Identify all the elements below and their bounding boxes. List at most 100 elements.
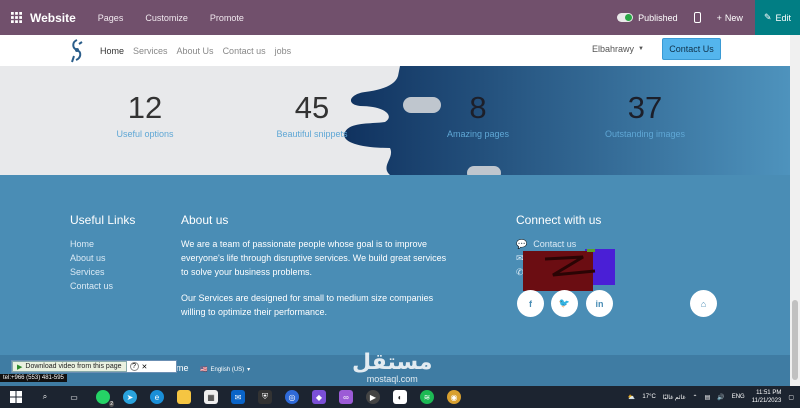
phone-number-label: tel:+966 (553) 481-595 — [0, 374, 67, 382]
chrome-profile-icon[interactable]: ◉ — [447, 390, 461, 404]
notifications-icon[interactable]: ▢ — [788, 394, 794, 401]
nav-home[interactable]: Home — [100, 46, 124, 56]
flag-us-icon: 🇺🇸 — [200, 367, 208, 373]
visual-studio-icon[interactable]: ∞ — [339, 390, 353, 404]
site-logo[interactable] — [68, 38, 86, 64]
stat-amazing-pages: 8 Amazing pages — [418, 92, 538, 139]
footer-link-contact-us[interactable]: Contact us — [70, 279, 113, 293]
menu-pages[interactable]: Pages — [98, 13, 124, 23]
weather-icon: ⛅ — [627, 394, 636, 401]
caret-down-icon: ▼ — [638, 46, 644, 52]
download-video-label: Download video from this page — [25, 363, 122, 370]
weather-temp[interactable]: 17°C — [642, 394, 655, 400]
file-explorer-icon[interactable] — [177, 390, 191, 404]
plus-icon: + — [716, 12, 722, 23]
mail-icon[interactable]: ✉ — [231, 390, 245, 404]
edit-label: Edit — [775, 12, 791, 23]
site-footer: Useful Links Home About us Services Cont… — [0, 175, 790, 355]
weather-text: غائم غالبًا — [662, 394, 686, 401]
home-icon[interactable]: ⌂ — [690, 290, 717, 317]
security-icon[interactable]: ⛨ — [258, 390, 272, 404]
windows-start-icon[interactable] — [9, 390, 23, 404]
odoo-editor-bar: Website Pages Customize Promote Publishe… — [0, 0, 800, 35]
contact-us-button[interactable]: Contact Us — [662, 38, 721, 60]
nav-services[interactable]: Services — [133, 46, 168, 56]
footer-link-about-us[interactable]: About us — [70, 251, 113, 265]
user-name: Elbahrawy — [592, 44, 635, 54]
stat-number: 45 — [294, 90, 330, 125]
connect-title: Connect with us — [516, 213, 602, 227]
stat-beautiful-snippets: 45 Beautiful snippets — [252, 92, 372, 139]
menu-customize[interactable]: Customize — [145, 13, 188, 23]
apps-grid-icon[interactable] — [2, 0, 30, 35]
download-video-bar: ▶ Download video from this page ? ✕ — [11, 360, 177, 373]
editor-bar-actions: Published + New ✎ Edit — [617, 0, 800, 35]
stats-section: 12 Useful options 45 Beautiful snippets … — [0, 66, 790, 175]
about-us-title: About us — [181, 213, 229, 227]
redaction-scribble — [523, 249, 615, 291]
pencil-icon: ✎ — [763, 12, 772, 22]
published-toggle[interactable] — [617, 13, 634, 22]
about-paragraph-1: We are a team of passionate people whose… — [181, 239, 447, 277]
search-icon[interactable]: ⌕ — [38, 390, 52, 404]
spotify-icon[interactable]: ≋ — [420, 390, 434, 404]
system-tray: ⛅ 17°C غائم غالبًا ⌃ ▤ 🔊 ENG 11:51 PM 11… — [628, 386, 794, 408]
published-label[interactable]: Published — [638, 13, 678, 23]
edge-icon[interactable]: e — [150, 390, 164, 404]
close-icon[interactable]: ✕ — [142, 363, 148, 371]
nav-jobs[interactable]: jobs — [275, 46, 292, 56]
stat-outstanding-images: 37 Outstanding images — [585, 92, 705, 139]
stat-number: 8 — [469, 90, 487, 125]
nav-contact-us[interactable]: Contact us — [223, 46, 266, 56]
footer-link-services[interactable]: Services — [70, 265, 113, 279]
firefox-icon[interactable]: ◐ — [393, 390, 407, 404]
media-player-icon[interactable]: ▶ — [366, 390, 380, 404]
about-us-text: We are a team of passionate people whose… — [181, 237, 451, 331]
linkedin-icon[interactable]: in — [586, 290, 613, 317]
menu-promote[interactable]: Promote — [210, 13, 244, 23]
mostaql-watermark: مستقل mostaql.com — [352, 350, 433, 385]
task-view-icon[interactable]: ▭ — [67, 390, 81, 404]
stat-useful-options: 12 Useful options — [85, 92, 205, 139]
user-menu[interactable]: Elbahrawy ▼ — [592, 44, 644, 54]
clock[interactable]: 11:51 PM 11/21/2023 — [752, 389, 782, 405]
new-button[interactable]: + New — [717, 13, 743, 23]
about-paragraph-2: Our Services are designed for small to m… — [181, 293, 434, 317]
caret-down-icon: ▾ — [247, 367, 251, 373]
download-video-button[interactable]: ▶ Download video from this page — [12, 361, 127, 372]
chevron-up-icon[interactable]: ⌃ — [693, 394, 698, 401]
app-icon[interactable]: ◆ — [312, 390, 326, 404]
new-label: New — [724, 12, 743, 23]
app-brand[interactable]: Website — [30, 11, 76, 25]
play-icon: ▶ — [17, 363, 23, 371]
chrome-icon[interactable]: ◎ — [285, 390, 299, 404]
watermark-arabic: مستقل — [352, 350, 433, 375]
footer-link-home[interactable]: Home — [70, 237, 113, 251]
telegram-icon[interactable]: ➤ — [123, 390, 137, 404]
stat-label: Beautiful snippets — [276, 129, 348, 139]
website-header: Home Services About Us Contact us jobs E… — [0, 35, 790, 66]
stat-label: Useful options — [116, 129, 174, 139]
mobile-preview-icon[interactable] — [693, 12, 701, 23]
clock-time: 11:51 PM — [756, 390, 782, 396]
copyright-text: me — [176, 363, 189, 373]
edit-button[interactable]: ✎ Edit — [754, 0, 800, 35]
help-icon[interactable]: ? — [129, 362, 139, 371]
twitter-icon[interactable]: 🐦 — [551, 290, 578, 317]
volume-icon[interactable]: 🔊 — [717, 394, 724, 401]
whatsapp-icon[interactable]: 2 — [96, 390, 114, 407]
stat-number: 37 — [627, 90, 663, 125]
scrollbar-thumb[interactable] — [792, 300, 798, 380]
useful-links-list: Home About us Services Contact us — [70, 237, 113, 293]
language-selector[interactable]: 🇺🇸 English (US) ▾ — [200, 366, 251, 374]
language-indicator[interactable]: ENG — [732, 394, 745, 400]
store-icon[interactable]: ▦ — [204, 390, 218, 404]
watermark-url: mostaql.com — [366, 374, 418, 384]
stat-label: Amazing pages — [446, 129, 510, 139]
network-icon[interactable]: ▤ — [705, 394, 711, 401]
facebook-icon[interactable]: f — [517, 290, 544, 317]
page-scrollbar[interactable] — [790, 35, 800, 386]
nav-about-us[interactable]: About Us — [177, 46, 214, 56]
windows-taskbar: ⌕ ▭ 2 ➤ e ▦ ✉ ⛨ ◎ ◆ ∞ ▶ ◐ ≋ ◉ ⛅ 17°C غائ… — [0, 386, 800, 408]
language-label: English (US) — [210, 366, 245, 373]
